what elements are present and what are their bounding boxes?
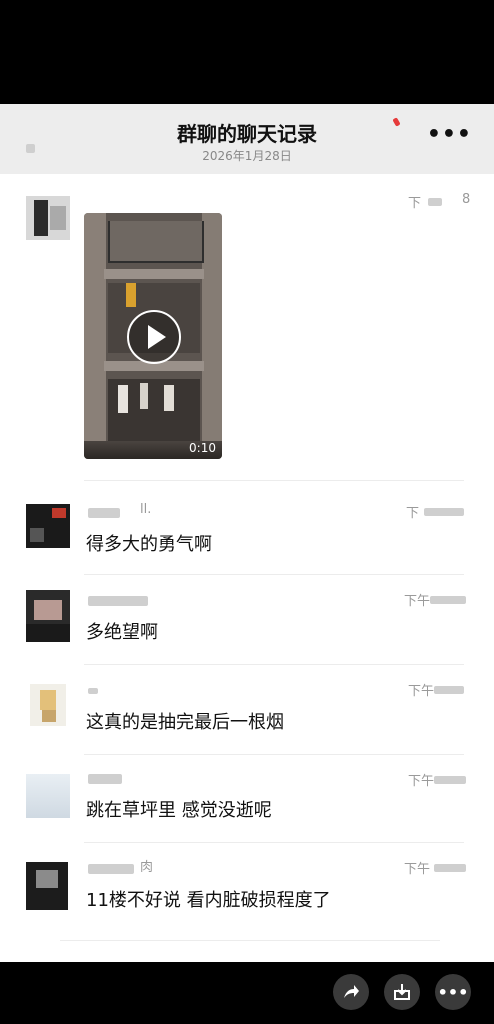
play-icon[interactable] <box>127 310 181 364</box>
blurred-mark <box>428 198 442 206</box>
list-item: 下午 多绝望啊 <box>0 576 494 666</box>
list-item: ll. 下 得多大的勇气啊 <box>0 488 494 576</box>
video-duration: 0:10 <box>189 441 216 455</box>
message-time: 下 <box>408 196 422 211</box>
page-title: 群聊的聊天记录 <box>177 122 317 146</box>
list-item: 肉 下午 11楼不好说 看内脏破损程度了 <box>0 844 494 944</box>
avatar[interactable] <box>26 774 70 818</box>
message-time: 下午 <box>408 774 435 789</box>
blurred-name <box>88 596 148 606</box>
message-text: 多绝望啊 <box>86 622 158 643</box>
page-date: 2026年1月28日 <box>202 149 292 163</box>
download-icon[interactable] <box>384 974 420 1010</box>
message-text: 得多大的勇气啊 <box>86 534 212 555</box>
list-item: 下午 这真的是抽完最后一根烟 <box>0 666 494 756</box>
message-time: 下午 <box>404 594 431 609</box>
header: 群聊的聊天记录 2026年1月28日 ••• <box>0 104 494 174</box>
avatar[interactable] <box>26 196 70 240</box>
video-thumbnail[interactable]: 0:10 <box>84 213 222 459</box>
share-icon[interactable] <box>333 974 369 1010</box>
message-time: 下午 <box>404 862 431 877</box>
message-text: 11楼不好说 看内脏破损程度了 <box>86 890 331 911</box>
more-icon[interactable]: ••• <box>435 974 471 1010</box>
avatar[interactable] <box>26 590 70 642</box>
divider <box>84 664 464 665</box>
sender-name: ll. <box>140 502 152 517</box>
bottom-toolbar: ••• <box>0 962 494 1024</box>
avatar[interactable] <box>30 684 66 726</box>
blurred-mark <box>434 686 464 694</box>
avatar[interactable] <box>26 862 68 910</box>
blurred-name <box>88 688 98 694</box>
chat-history-panel: 群聊的聊天记录 2026年1月28日 ••• 下 8 0:10 ll. 下 得多… <box>0 104 494 962</box>
message-text: 这真的是抽完最后一根烟 <box>86 712 284 733</box>
divider <box>84 842 464 843</box>
blurred-mark <box>424 508 464 516</box>
message-time: 下午 <box>408 684 435 699</box>
list-item: 下 8 <box>0 178 494 488</box>
more-icon[interactable]: ••• <box>427 122 472 147</box>
message-text: 跳在草坪里 感觉没逝呢 <box>86 800 272 821</box>
divider <box>60 940 440 941</box>
avatar[interactable] <box>26 504 70 548</box>
blurred-mark <box>434 864 466 872</box>
list-item: 下午 跳在草坪里 感觉没逝呢 <box>0 756 494 844</box>
sender-name: 肉 <box>140 860 154 875</box>
blurred-mark <box>430 596 466 604</box>
divider <box>84 480 464 481</box>
divider <box>84 754 464 755</box>
divider <box>84 574 464 575</box>
blurred-mark <box>434 776 466 784</box>
message-time: 下 <box>406 506 420 521</box>
blurred-name <box>88 864 134 874</box>
blurred-name <box>88 508 120 518</box>
blurred-name <box>88 774 122 784</box>
